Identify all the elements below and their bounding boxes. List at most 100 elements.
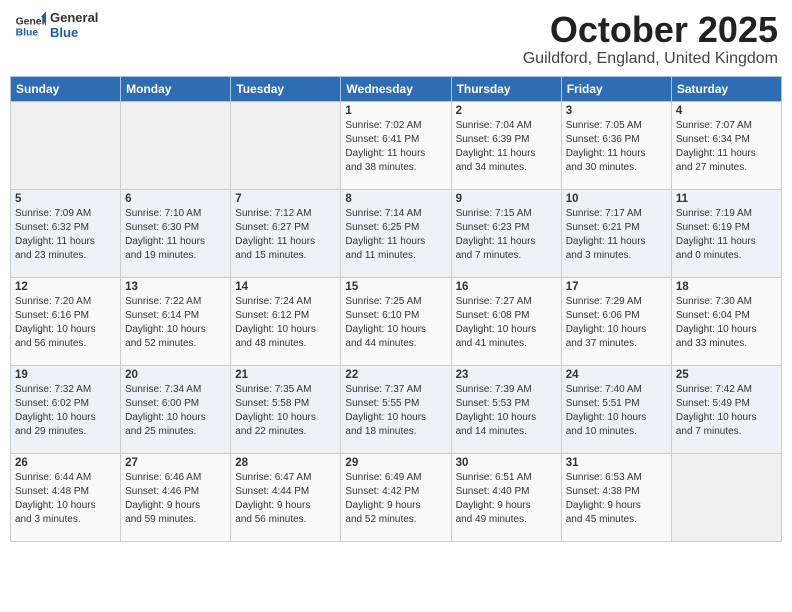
day-cell: 13 Sunrise: 7:22 AM Sunset: 6:14 PM Dayli…: [121, 277, 231, 365]
day-cell: 24 Sunrise: 7:40 AM Sunset: 5:51 PM Dayli…: [561, 365, 671, 453]
day-info: Sunrise: 7:32 AM Sunset: 6:02 PM Dayligh…: [15, 383, 116, 439]
weekday-header-wednesday: Wednesday: [341, 76, 451, 101]
week-row-4: 19 Sunrise: 7:32 AM Sunset: 6:02 PM Dayli…: [11, 365, 782, 453]
day-info: Sunrise: 6:53 AM Sunset: 4:38 PM Dayligh…: [566, 471, 667, 527]
day-cell: 11 Sunrise: 7:19 AM Sunset: 6:19 PM Dayli…: [671, 189, 781, 277]
day-info: Sunrise: 7:07 AM Sunset: 6:34 PM Dayligh…: [676, 119, 777, 175]
logo-blue: Blue: [50, 26, 98, 41]
day-number: 2: [456, 105, 557, 117]
day-cell: [671, 453, 781, 541]
day-cell: 28Sunrise: 6:47 AM Sunset: 4:44 PM Dayli…: [231, 453, 341, 541]
day-cell: 29 Sunrise: 6:49 AM Sunset: 4:42 PM Dayli…: [341, 453, 451, 541]
day-cell: 21Sunrise: 7:35 AM Sunset: 5:58 PM Dayli…: [231, 365, 341, 453]
weekday-header-row: SundayMondayTuesdayWednesdayThursdayFrid…: [11, 76, 782, 101]
day-info: Sunrise: 7:17 AM Sunset: 6:21 PM Dayligh…: [566, 207, 667, 263]
day-info: Sunrise: 7:02 AM Sunset: 6:41 PM Dayligh…: [345, 119, 446, 175]
day-info: Sunrise: 7:39 AM Sunset: 5:53 PM Dayligh…: [456, 383, 557, 439]
day-info: Sunrise: 7:14 AM Sunset: 6:25 PM Dayligh…: [345, 207, 446, 263]
day-info: Sunrise: 6:49 AM Sunset: 4:42 PM Dayligh…: [345, 471, 446, 527]
day-cell: [11, 101, 121, 189]
weekday-header-saturday: Saturday: [671, 76, 781, 101]
day-cell: 31 Sunrise: 6:53 AM Sunset: 4:38 PM Dayli…: [561, 453, 671, 541]
day-cell: 18 Sunrise: 7:30 AM Sunset: 6:04 PM Dayli…: [671, 277, 781, 365]
day-info: Sunrise: 7:20 AM Sunset: 6:16 PM Dayligh…: [15, 295, 116, 351]
day-info: Sunrise: 7:37 AM Sunset: 5:55 PM Dayligh…: [345, 383, 446, 439]
day-cell: 15 Sunrise: 7:25 AM Sunset: 6:10 PM Dayli…: [341, 277, 451, 365]
day-cell: 20Sunrise: 7:34 AM Sunset: 6:00 PM Dayli…: [121, 365, 231, 453]
title-block: October 2025 Guildford, England, United …: [523, 10, 778, 68]
day-cell: 5Sunrise: 7:09 AM Sunset: 6:32 PM Daylig…: [11, 189, 121, 277]
day-number: 6: [125, 193, 226, 205]
week-row-3: 12Sunrise: 7:20 AM Sunset: 6:16 PM Dayli…: [11, 277, 782, 365]
day-info: Sunrise: 7:10 AM Sunset: 6:30 PM Dayligh…: [125, 207, 226, 263]
day-info: Sunrise: 7:24 AM Sunset: 6:12 PM Dayligh…: [235, 295, 336, 351]
day-cell: 3Sunrise: 7:05 AM Sunset: 6:36 PM Daylig…: [561, 101, 671, 189]
month-title: October 2025: [523, 10, 778, 50]
day-info: Sunrise: 6:47 AM Sunset: 4:44 PM Dayligh…: [235, 471, 336, 527]
day-info: Sunrise: 7:42 AM Sunset: 5:49 PM Dayligh…: [676, 383, 777, 439]
location: Guildford, England, United Kingdom: [523, 50, 778, 68]
day-number: 17: [566, 281, 667, 293]
day-number: 19: [15, 369, 116, 381]
day-cell: 27 Sunrise: 6:46 AM Sunset: 4:46 PM Dayli…: [121, 453, 231, 541]
day-number: 21: [235, 369, 336, 381]
day-info: Sunrise: 7:22 AM Sunset: 6:14 PM Dayligh…: [125, 295, 226, 351]
day-number: 4: [676, 105, 777, 117]
day-cell: 16Sunrise: 7:27 AM Sunset: 6:08 PM Dayli…: [451, 277, 561, 365]
day-number: 9: [456, 193, 557, 205]
svg-text:Blue: Blue: [16, 28, 39, 39]
logo: General Blue General Blue: [14, 10, 98, 42]
day-number: 16: [456, 281, 557, 293]
day-number: 31: [566, 457, 667, 469]
day-info: Sunrise: 7:40 AM Sunset: 5:51 PM Dayligh…: [566, 383, 667, 439]
logo-general: General: [50, 11, 98, 26]
week-row-5: 26 Sunrise: 6:44 AM Sunset: 4:48 PM Dayli…: [11, 453, 782, 541]
day-cell: 8 Sunrise: 7:14 AM Sunset: 6:25 PM Daylig…: [341, 189, 451, 277]
day-number: 29: [345, 457, 446, 469]
day-info: Sunrise: 7:05 AM Sunset: 6:36 PM Dayligh…: [566, 119, 667, 175]
day-cell: 1 Sunrise: 7:02 AM Sunset: 6:41 PM Daylig…: [341, 101, 451, 189]
day-number: 10: [566, 193, 667, 205]
day-number: 18: [676, 281, 777, 293]
day-info: Sunrise: 7:04 AM Sunset: 6:39 PM Dayligh…: [456, 119, 557, 175]
day-number: 13: [125, 281, 226, 293]
day-number: 1: [345, 105, 446, 117]
day-number: 26: [15, 457, 116, 469]
day-number: 23: [456, 369, 557, 381]
day-cell: 4 Sunrise: 7:07 AM Sunset: 6:34 PM Daylig…: [671, 101, 781, 189]
weekday-header-tuesday: Tuesday: [231, 76, 341, 101]
day-cell: 30 Sunrise: 6:51 AM Sunset: 4:40 PM Dayli…: [451, 453, 561, 541]
day-cell: 17 Sunrise: 7:29 AM Sunset: 6:06 PM Dayli…: [561, 277, 671, 365]
day-info: Sunrise: 7:29 AM Sunset: 6:06 PM Dayligh…: [566, 295, 667, 351]
day-number: 11: [676, 193, 777, 205]
day-number: 7: [235, 193, 336, 205]
day-number: 24: [566, 369, 667, 381]
day-cell: 22Sunrise: 7:37 AM Sunset: 5:55 PM Dayli…: [341, 365, 451, 453]
day-info: Sunrise: 7:30 AM Sunset: 6:04 PM Dayligh…: [676, 295, 777, 351]
day-info: Sunrise: 6:46 AM Sunset: 4:46 PM Dayligh…: [125, 471, 226, 527]
day-number: 30: [456, 457, 557, 469]
day-info: Sunrise: 7:25 AM Sunset: 6:10 PM Dayligh…: [345, 295, 446, 351]
day-number: 25: [676, 369, 777, 381]
week-row-2: 5Sunrise: 7:09 AM Sunset: 6:32 PM Daylig…: [11, 189, 782, 277]
day-number: 27: [125, 457, 226, 469]
day-number: 15: [345, 281, 446, 293]
day-number: 5: [15, 193, 116, 205]
day-cell: 25 Sunrise: 7:42 AM Sunset: 5:49 PM Dayli…: [671, 365, 781, 453]
logo-icon: General Blue: [14, 10, 46, 42]
day-number: 20: [125, 369, 226, 381]
day-info: Sunrise: 6:44 AM Sunset: 4:48 PM Dayligh…: [15, 471, 116, 527]
day-cell: 19 Sunrise: 7:32 AM Sunset: 6:02 PM Dayli…: [11, 365, 121, 453]
day-info: Sunrise: 6:51 AM Sunset: 4:40 PM Dayligh…: [456, 471, 557, 527]
day-info: Sunrise: 7:19 AM Sunset: 6:19 PM Dayligh…: [676, 207, 777, 263]
weekday-header-friday: Friday: [561, 76, 671, 101]
day-cell: [231, 101, 341, 189]
day-number: 8: [345, 193, 446, 205]
day-info: Sunrise: 7:12 AM Sunset: 6:27 PM Dayligh…: [235, 207, 336, 263]
svg-text:General: General: [16, 16, 46, 27]
week-row-1: 1 Sunrise: 7:02 AM Sunset: 6:41 PM Daylig…: [11, 101, 782, 189]
day-info: Sunrise: 7:15 AM Sunset: 6:23 PM Dayligh…: [456, 207, 557, 263]
day-cell: 9 Sunrise: 7:15 AM Sunset: 6:23 PM Daylig…: [451, 189, 561, 277]
day-cell: [121, 101, 231, 189]
weekday-header-monday: Monday: [121, 76, 231, 101]
